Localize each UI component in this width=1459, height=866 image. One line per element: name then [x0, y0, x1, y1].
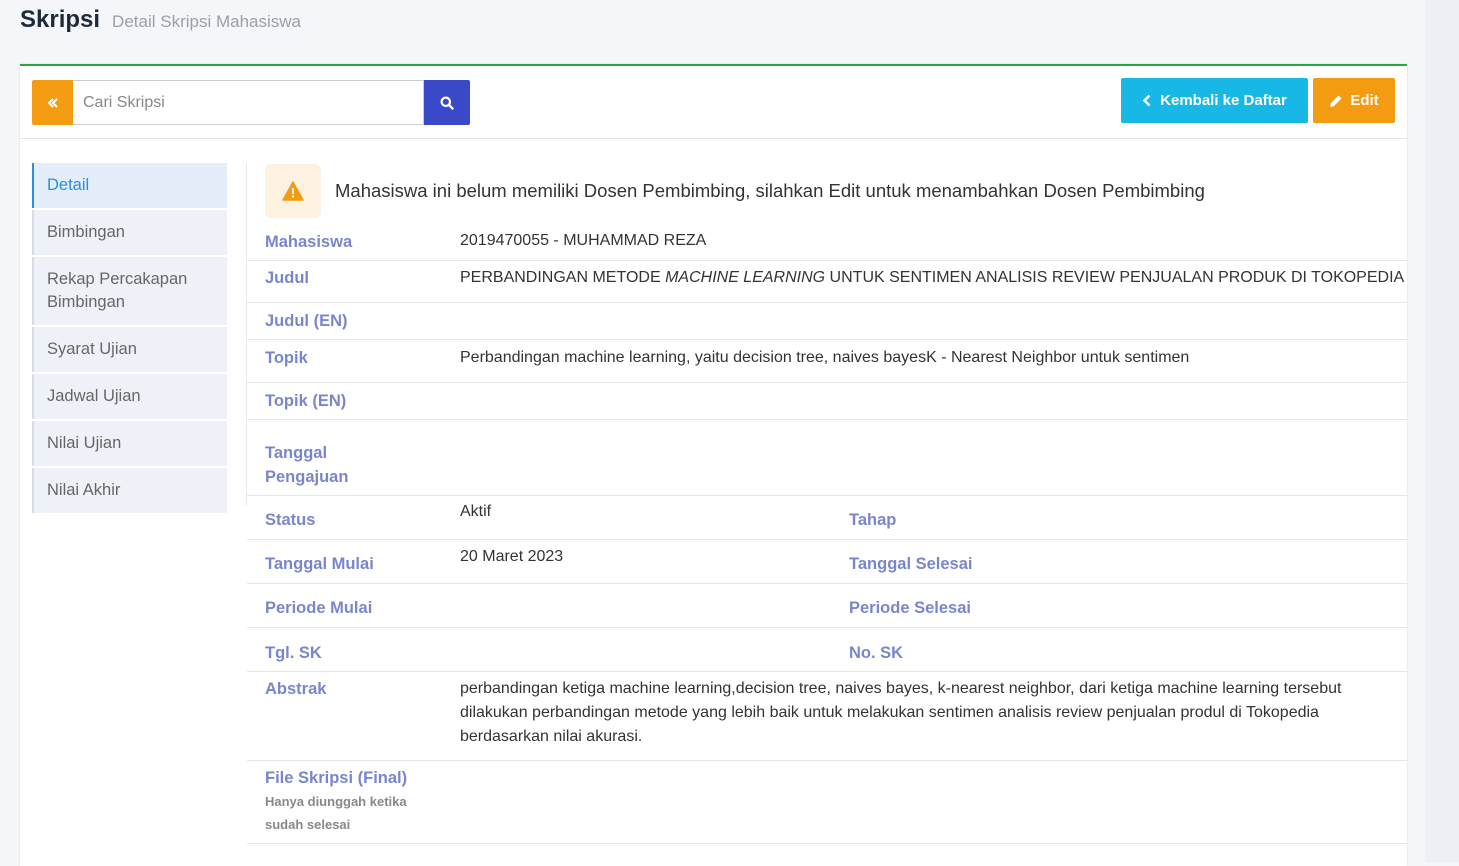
row-topik-en: Topik (EN)	[247, 383, 1407, 420]
back-to-list-button[interactable]: Kembali ke Daftar	[1121, 78, 1308, 123]
edit-button[interactable]: Edit	[1313, 78, 1395, 123]
sidebar-item-rekap-percakapan[interactable]: Rekap Percakapan Bimbingan	[32, 257, 227, 325]
row-tanggal-mulai: Tanggal Mulai 20 Maret 2023 Tanggal Sele…	[247, 540, 1407, 584]
row-file-skripsi: File Skripsi (Final) Hanya diunggah keti…	[247, 761, 1407, 844]
row-mahasiswa: Mahasiswa 2019470055 - MUHAMMAD REZA	[247, 224, 1407, 261]
search-input[interactable]	[73, 80, 424, 125]
warning-alert: Mahasiswa ini belum memiliki Dosen Pembi…	[265, 163, 1205, 219]
value-judul: PERBANDINGAN METODE MACHINE LEARNING UNT…	[460, 269, 1405, 286]
row-judul-en: Judul (EN)	[247, 303, 1407, 340]
label-status: Status	[265, 511, 316, 529]
value-abstrak: perbandingan ketiga machine learning,dec…	[460, 680, 1342, 745]
sidebar-item-label: Nilai Akhir	[47, 481, 121, 499]
row-tanggal-pengajuan: Tanggal Pengajuan	[247, 420, 1407, 496]
file-skripsi-label-group: File Skripsi (Final) Hanya diunggah keti…	[265, 766, 435, 836]
row-status: Status Aktif Tahap	[247, 496, 1407, 540]
detail-card: Kembali ke Daftar Edit Detail Bimbingan …	[20, 64, 1407, 866]
sidebar-item-nilai-akhir[interactable]: Nilai Akhir	[32, 468, 227, 513]
collapse-button[interactable]	[32, 80, 73, 125]
page-title: Skripsi	[20, 6, 101, 33]
sidebar-item-label: Rekap Percakapan Bimbingan	[47, 270, 188, 311]
toolbar: Kembali ke Daftar Edit	[20, 66, 1407, 139]
edit-label: Edit	[1350, 92, 1379, 109]
sidebar-item-label: Nilai Ujian	[47, 434, 122, 452]
label-mahasiswa: Mahasiswa	[265, 233, 353, 251]
label-file-skripsi: File Skripsi (Final)	[265, 769, 408, 787]
sidebar-item-label: Bimbingan	[47, 223, 125, 241]
label-tanggal-pengajuan: Tanggal Pengajuan	[265, 444, 349, 486]
search-button[interactable]	[424, 80, 470, 125]
row-topik: Topik Perbandingan machine learning, yai…	[247, 340, 1407, 383]
back-to-list-label: Kembali ke Daftar	[1160, 92, 1287, 109]
value-status: Aktif	[460, 503, 492, 520]
value-mahasiswa: 2019470055 - MUHAMMAD REZA	[460, 232, 707, 249]
search-icon	[440, 96, 454, 110]
file-skripsi-hint: Hanya diunggah ketika sudah selesai	[265, 794, 407, 832]
label-topik: Topik	[265, 349, 308, 367]
label-judul-en: Judul (EN)	[265, 312, 348, 330]
sidebar-item-bimbingan[interactable]: Bimbingan	[32, 210, 227, 255]
sidebar-item-label: Jadwal Ujian	[47, 387, 141, 405]
label-topik-en: Topik (EN)	[265, 392, 347, 410]
sidebar-item-syarat-ujian[interactable]: Syarat Ujian	[32, 327, 227, 372]
pencil-icon	[1330, 95, 1342, 107]
alert-icon-box	[265, 164, 321, 218]
label-tahap: Tahap	[849, 511, 897, 529]
sidebar-item-label: Syarat Ujian	[47, 340, 137, 358]
side-nav: Detail Bimbingan Rekap Percakapan Bimbin…	[32, 163, 227, 515]
label-periode-selesai: Periode Selesai	[849, 599, 971, 617]
sidebar-item-jadwal-ujian[interactable]: Jadwal Ujian	[32, 374, 227, 419]
alert-message: Mahasiswa ini belum memiliki Dosen Pembi…	[335, 180, 1205, 201]
label-judul: Judul	[265, 269, 309, 287]
label-tanggal-mulai: Tanggal Mulai	[265, 555, 374, 573]
sidebar-item-detail[interactable]: Detail	[32, 163, 227, 208]
right-scroll-area	[1425, 0, 1459, 862]
sidebar-item-nilai-ujian[interactable]: Nilai Ujian	[32, 421, 227, 466]
label-no-sk: No. SK	[849, 644, 904, 662]
page-header: Skripsi Detail Skripsi Mahasiswa	[20, 6, 301, 38]
row-abstrak: Abstrak perbandingan ketiga machine lear…	[247, 672, 1407, 761]
label-tanggal-selesai: Tanggal Selesai	[849, 555, 973, 573]
value-topik: Perbandingan machine learning, yaitu dec…	[460, 349, 1190, 366]
chevron-left-icon	[1142, 94, 1151, 107]
label-periode-mulai: Periode Mulai	[265, 599, 373, 617]
row-tgl-sk: Tgl. SK No. SK	[247, 628, 1407, 672]
label-abstrak: Abstrak	[265, 680, 327, 698]
double-chevron-left-icon	[47, 97, 58, 108]
warning-icon	[282, 181, 304, 201]
row-periode-mulai: Periode Mulai Periode Selesai	[247, 584, 1407, 628]
row-judul: Judul PERBANDINGAN METODE MACHINE LEARNI…	[247, 261, 1407, 303]
label-tgl-sk: Tgl. SK	[265, 644, 322, 662]
sidebar-item-label: Detail	[47, 176, 90, 194]
page-subtitle: Detail Skripsi Mahasiswa	[112, 12, 301, 31]
value-tanggal-mulai: 20 Maret 2023	[460, 548, 564, 565]
